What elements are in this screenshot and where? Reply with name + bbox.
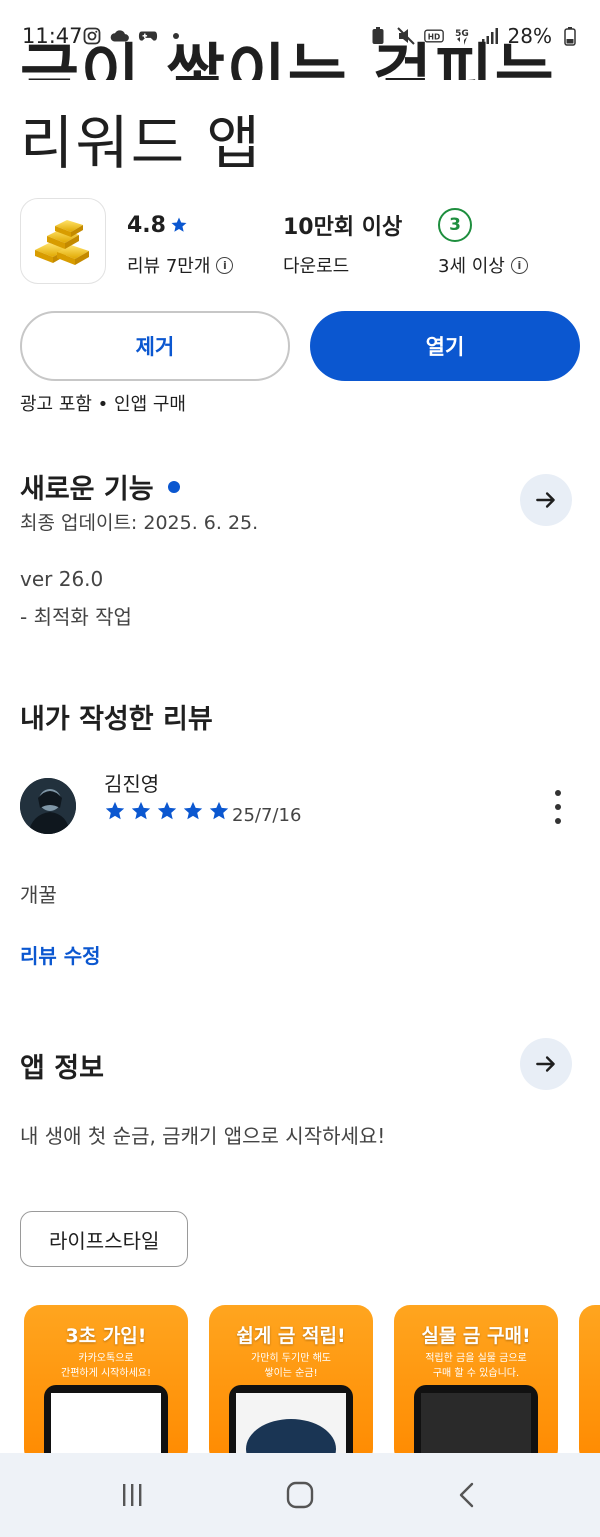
downloads-value: 10만회 이상 bbox=[283, 215, 403, 240]
avatar bbox=[20, 778, 76, 834]
my-review-title: 내가 작성한 리뷰 bbox=[20, 704, 213, 735]
edit-review-link[interactable]: 리뷰 수정 bbox=[20, 940, 101, 969]
screenshot-card[interactable]: 3초 가입! 카카오톡으로간편하게 시작하세요! bbox=[24, 1305, 188, 1465]
review-date: 25/7/16 bbox=[232, 805, 302, 826]
screenshot-title: 쉽게 금 적립! bbox=[236, 1325, 346, 1347]
recent-apps-icon[interactable] bbox=[112, 1475, 152, 1515]
home-icon[interactable] bbox=[280, 1475, 320, 1515]
age-rating-label: 3세 이상 bbox=[438, 256, 505, 277]
star-icon bbox=[171, 217, 187, 232]
downloads-stat: 10만회 이상 다운로드 bbox=[283, 210, 402, 278]
review-text: 개꿀 bbox=[20, 883, 57, 907]
star-icon bbox=[209, 801, 229, 820]
star-icon bbox=[105, 801, 125, 820]
screenshot-title: 3초 가입! bbox=[65, 1325, 147, 1347]
screenshot-line: 간편하게 시작하세요! bbox=[61, 1368, 151, 1379]
whats-new-arrow-button[interactable] bbox=[520, 474, 572, 526]
rating-stat[interactable]: 4.8 리뷰 7만개 i bbox=[127, 210, 234, 278]
screenshot-title: 실물 금 구매! bbox=[421, 1325, 531, 1347]
whats-new-heading: 새로운 기능 bbox=[20, 474, 154, 505]
star-icon bbox=[157, 801, 177, 820]
screenshot-line: 카카오톡으로 bbox=[78, 1353, 134, 1364]
info-icon[interactable]: i bbox=[216, 256, 234, 274]
screenshot-line: 가만히 두기만 해도 bbox=[251, 1353, 331, 1364]
rating-value: 4.8 bbox=[127, 212, 166, 238]
screenshot-line: 적립한 금을 실물 금으로 bbox=[425, 1353, 527, 1364]
version-text: ver 26.0 bbox=[20, 567, 104, 591]
whats-new-title[interactable]: 새로운 기능 bbox=[20, 467, 180, 506]
screenshot-card[interactable]: 실물 금 구매! 적립한 금을 실물 금으로구매 할 수 있습니다. bbox=[394, 1305, 558, 1465]
battery-icon bbox=[560, 26, 580, 46]
app-title: 리워드 앱 bbox=[20, 109, 262, 177]
back-icon[interactable] bbox=[448, 1475, 488, 1515]
app-description: 내 생애 첫 순금, 금캐기 앱으로 시작하세요! bbox=[20, 1124, 386, 1148]
uninstall-button[interactable]: 제거 bbox=[20, 311, 290, 381]
category-chip[interactable]: 라이프스타일 bbox=[20, 1211, 189, 1267]
screenshot-line: 구매 할 수 있습니다. bbox=[432, 1368, 520, 1379]
arrow-right-icon bbox=[536, 1056, 555, 1072]
star-icon bbox=[183, 801, 203, 820]
app-info-arrow-button[interactable] bbox=[520, 1038, 572, 1090]
new-indicator-dot bbox=[167, 480, 180, 493]
app-icon bbox=[20, 198, 106, 284]
downloads-label: 다운로드 bbox=[283, 256, 350, 277]
info-icon[interactable]: i bbox=[510, 256, 528, 274]
review-stars bbox=[104, 800, 230, 822]
age-rating-badge: 3 bbox=[438, 208, 472, 242]
ads-iap-note: 광고 포함 • 인앱 구매 bbox=[20, 394, 186, 415]
open-button[interactable]: 열기 bbox=[310, 311, 580, 381]
reviewer-name: 김진영 bbox=[104, 772, 160, 796]
more-options-icon[interactable] bbox=[550, 790, 566, 824]
star-icon bbox=[131, 801, 151, 820]
arrow-right-icon bbox=[536, 492, 555, 508]
gold-bars-icon bbox=[35, 220, 89, 265]
screenshot-card[interactable]: 쉽게 금 적립! 가만히 두기만 해도쌓이는 순금! bbox=[209, 1305, 373, 1465]
screenshot-card[interactable] bbox=[579, 1305, 600, 1465]
release-notes: - 최적화 작업 bbox=[20, 605, 132, 629]
age-rating-stat[interactable]: 3 3세 이상 i bbox=[438, 208, 528, 278]
app-title-partial: 금이 쌓이는 걷피는 bbox=[20, 38, 556, 80]
rating-count: 리뷰 7만개 bbox=[127, 256, 211, 277]
app-info-title[interactable]: 앱 정보 bbox=[20, 1046, 104, 1085]
screenshot-line: 쌓이는 순금! bbox=[264, 1368, 318, 1379]
system-nav-bar bbox=[0, 1453, 600, 1537]
last-updated: 최종 업데이트: 2025. 6. 25. bbox=[20, 512, 259, 534]
